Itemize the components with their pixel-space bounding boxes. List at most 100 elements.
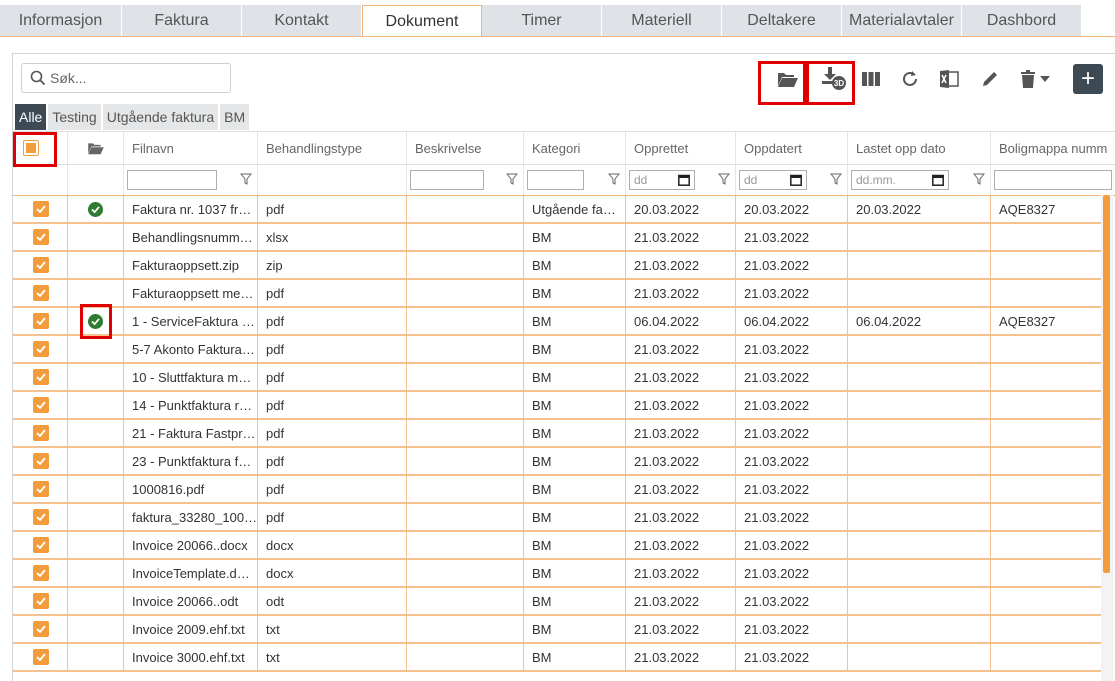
caret-down-icon[interactable] bbox=[1035, 64, 1055, 94]
table-row[interactable]: 10 - Sluttfaktura m… pdf BM 21.03.2022 21.03… bbox=[13, 364, 1103, 392]
column-header[interactable]: Oppdatert bbox=[736, 132, 848, 164]
filter-cell: dd bbox=[736, 165, 848, 195]
cell-kategori: BM bbox=[524, 644, 626, 670]
tab-deltakere[interactable]: Deltakere bbox=[722, 5, 842, 37]
text-filter-input[interactable] bbox=[994, 170, 1112, 190]
cell-bolig: AQE8327 bbox=[991, 196, 1103, 222]
row-checkbox[interactable] bbox=[33, 509, 49, 525]
calendar-icon[interactable] bbox=[932, 174, 944, 186]
calendar-icon[interactable] bbox=[790, 174, 802, 186]
cell-lastet bbox=[848, 364, 991, 390]
table-row[interactable]: InvoiceTemplate.d… docx BM 21.03.2022 21.03.… bbox=[13, 560, 1103, 588]
table-row[interactable]: Invoice 20066..odt odt BM 21.03.2022 21.03.2… bbox=[13, 588, 1103, 616]
text-filter-input[interactable] bbox=[127, 170, 217, 190]
filter-tab-alle[interactable]: Alle bbox=[15, 104, 47, 130]
check-icon bbox=[36, 513, 46, 521]
column-header[interactable]: Lastet opp dato bbox=[848, 132, 991, 164]
column-header[interactable]: Filnavn bbox=[124, 132, 258, 164]
table-row[interactable]: 14 - Punktfaktura r… pdf BM 21.03.2022 21.03… bbox=[13, 392, 1103, 420]
search-box[interactable]: Søk... bbox=[21, 63, 231, 93]
row-checkbox[interactable] bbox=[33, 481, 49, 497]
date-filter-input[interactable]: dd bbox=[629, 170, 695, 190]
filter-tab-testing[interactable]: Testing bbox=[48, 104, 101, 130]
row-checkbox[interactable] bbox=[33, 425, 49, 441]
add-button[interactable]: + bbox=[1073, 64, 1103, 94]
cell-kategori: BM bbox=[524, 336, 626, 362]
cell-lastet bbox=[848, 336, 991, 362]
filter-funnel-icon[interactable] bbox=[830, 173, 842, 185]
cell-beskrivelse bbox=[407, 336, 524, 362]
cell-type: zip bbox=[258, 252, 407, 278]
cell-filnavn: Invoice 20066..odt bbox=[124, 588, 258, 614]
table-row[interactable]: faktura_33280_100… pdf BM 21.03.2022 21.03.2… bbox=[13, 504, 1103, 532]
calendar-icon[interactable] bbox=[678, 174, 690, 186]
cell-lastet bbox=[848, 448, 991, 474]
filter-funnel-icon[interactable] bbox=[506, 173, 518, 185]
table-row[interactable]: 1 - ServiceFaktura … pdf BM 06.04.2022 06.04… bbox=[13, 308, 1103, 336]
column-header[interactable]: Beskrivelse bbox=[407, 132, 524, 164]
filter-funnel-icon[interactable] bbox=[608, 173, 620, 185]
document-panel: Søk... 3D + Alle Testing Utgående faktura B… bbox=[12, 53, 1115, 681]
table-row[interactable]: 1000816.pdf pdf BM 21.03.2022 21.03.2022 bbox=[13, 476, 1103, 504]
row-select-cell bbox=[13, 420, 68, 446]
column-header[interactable]: Behandlingstype bbox=[258, 132, 407, 164]
filter-tab-bm[interactable]: BM bbox=[220, 104, 250, 130]
cell-filnavn: 21 - Faktura Fastpr… bbox=[124, 420, 258, 446]
filter-funnel-icon[interactable] bbox=[718, 173, 730, 185]
table-row[interactable]: Fakturaoppsett.zip zip BM 21.03.2022 21.03.2… bbox=[13, 252, 1103, 280]
scrollbar-thumb[interactable] bbox=[1103, 195, 1110, 573]
cell-type: xlsx bbox=[258, 224, 407, 250]
column-header[interactable]: Boligmappa numm bbox=[991, 132, 1115, 164]
tab-materiell[interactable]: Materiell bbox=[602, 5, 722, 37]
row-checkbox[interactable] bbox=[33, 285, 49, 301]
column-header[interactable]: Opprettet bbox=[626, 132, 736, 164]
date-filter-input[interactable]: dd bbox=[739, 170, 807, 190]
row-checkbox[interactable] bbox=[33, 453, 49, 469]
columns-icon[interactable] bbox=[856, 64, 886, 94]
cell-lastet bbox=[848, 560, 991, 586]
table-row[interactable]: Invoice 2009.ehf.txt txt BM 21.03.2022 21.03… bbox=[13, 616, 1103, 644]
table-row[interactable]: Invoice 3000.ehf.txt txt BM 21.03.2022 21.03… bbox=[13, 644, 1103, 672]
row-checkbox[interactable] bbox=[33, 313, 49, 329]
tab-timer[interactable]: Timer bbox=[482, 5, 602, 37]
text-filter-input[interactable] bbox=[527, 170, 584, 190]
row-checkbox[interactable] bbox=[33, 593, 49, 609]
table-row[interactable]: 21 - Faktura Fastpr… pdf BM 21.03.2022 21.03… bbox=[13, 420, 1103, 448]
row-checkbox[interactable] bbox=[33, 537, 49, 553]
row-checkbox[interactable] bbox=[33, 201, 49, 217]
text-filter-input[interactable] bbox=[410, 170, 484, 190]
row-checkbox[interactable] bbox=[33, 649, 49, 665]
row-checkbox[interactable] bbox=[33, 369, 49, 385]
tab-dokument[interactable]: Dokument bbox=[362, 5, 482, 37]
refresh-icon[interactable] bbox=[895, 64, 925, 94]
pencil-icon[interactable] bbox=[975, 64, 1005, 94]
table-row[interactable]: Fakturaoppsett me… pdf BM 21.03.2022 21.03.2… bbox=[13, 280, 1103, 308]
row-status-cell bbox=[68, 224, 124, 250]
date-filter-input[interactable]: dd.mm. bbox=[851, 170, 949, 190]
tab-faktura[interactable]: Faktura bbox=[122, 5, 242, 37]
table-row[interactable]: Invoice 20066..docx docx BM 21.03.2022 21.03… bbox=[13, 532, 1103, 560]
row-checkbox[interactable] bbox=[33, 565, 49, 581]
tab-materialavtaler[interactable]: Materialavtaler bbox=[842, 5, 962, 37]
search-input[interactable]: Søk... bbox=[50, 70, 87, 86]
table-row[interactable]: Behandlingsnumm… xlsx BM 21.03.2022 21.03.20… bbox=[13, 224, 1103, 252]
tab-dashbord[interactable]: Dashbord bbox=[962, 5, 1082, 37]
tab-informasjon[interactable]: Informasjon bbox=[0, 5, 122, 37]
cell-bolig bbox=[991, 588, 1103, 614]
table-row[interactable]: 5-7 Akonto Faktura… pdf BM 21.03.2022 21.03.… bbox=[13, 336, 1103, 364]
cell-lastet bbox=[848, 476, 991, 502]
check-icon bbox=[36, 373, 46, 381]
row-checkbox[interactable] bbox=[33, 257, 49, 273]
row-checkbox[interactable] bbox=[33, 229, 49, 245]
column-header[interactable]: Kategori bbox=[524, 132, 626, 164]
row-checkbox[interactable] bbox=[33, 397, 49, 413]
excel-icon[interactable] bbox=[934, 64, 964, 94]
table-row[interactable]: 23 - Punktfaktura f… pdf BM 21.03.2022 21.03… bbox=[13, 448, 1103, 476]
row-checkbox[interactable] bbox=[33, 341, 49, 357]
filter-tab-utgående-faktura[interactable]: Utgående faktura bbox=[102, 104, 219, 130]
tab-kontakt[interactable]: Kontakt bbox=[242, 5, 362, 37]
row-checkbox[interactable] bbox=[33, 621, 49, 637]
table-row[interactable]: Faktura nr. 1037 fr… pdf Utgående fa… 20.03… bbox=[13, 196, 1103, 224]
filter-funnel-icon[interactable] bbox=[240, 173, 252, 185]
filter-funnel-icon[interactable] bbox=[973, 173, 985, 185]
